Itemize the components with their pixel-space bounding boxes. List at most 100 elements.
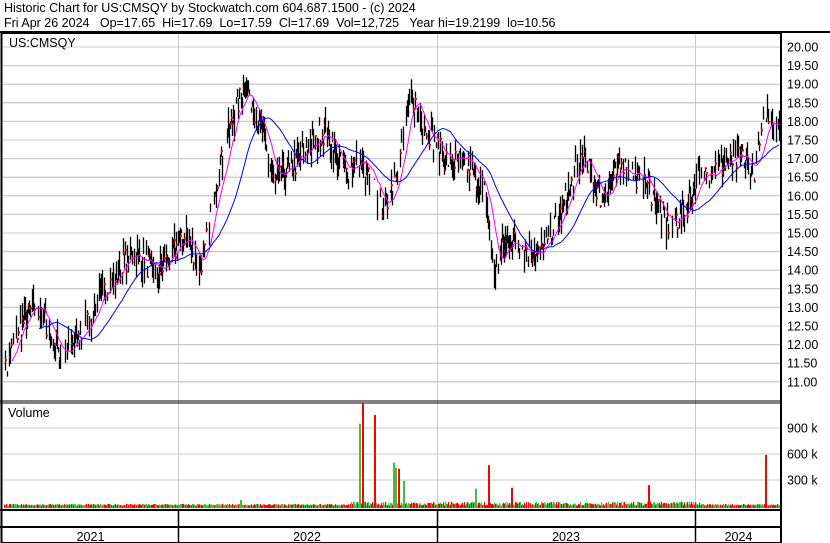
close-marker [201,270,203,273]
close-marker [17,337,19,340]
close-marker [38,316,40,319]
close-marker [469,173,471,176]
volume-spike-bar [648,485,650,508]
close-marker [217,186,219,189]
close-marker [368,167,370,170]
price-tick-label: 18.50 [787,96,818,110]
close-marker [468,154,470,157]
price-tick-label: 16.00 [787,189,818,203]
price-tick-label: 15.00 [787,227,818,241]
volume-spike-bar [511,487,513,508]
close-marker [115,281,117,284]
close-marker [759,143,761,146]
close-marker [159,273,161,276]
volume-spike-bar [240,499,242,508]
close-marker [600,205,602,208]
close-marker [705,167,707,170]
close-marker [514,231,516,234]
close-marker [768,121,770,124]
year-label: 2024 [725,530,753,543]
close-marker [54,342,56,345]
close-marker [176,243,178,246]
close-marker [199,270,201,273]
close-marker [46,334,48,337]
close-marker [322,134,324,137]
close-marker [279,165,281,168]
close-marker [230,123,232,126]
price-tick-label: 13.50 [787,282,818,296]
volume-bars [4,403,781,508]
price-tick-label: 11.00 [787,375,817,389]
close-marker [587,171,589,174]
close-marker [621,162,623,165]
close-marker [732,163,734,166]
price-tick-label: 17.00 [787,152,818,166]
volume-tick-label: 300 k [787,473,818,487]
price-tick-label: 11.50 [787,357,817,371]
year-label: 2022 [293,530,321,543]
price-tick-label: 20.00 [787,41,818,55]
price-tick-label: 14.50 [787,245,818,259]
close-marker [647,181,649,184]
close-marker [175,256,177,259]
close-marker [184,237,186,240]
close-marker [180,234,182,237]
close-marker [323,142,325,145]
volume-spike-bar [398,468,400,508]
volume-tick-label: 600 k [787,447,818,461]
price-tick-label: 17.50 [787,134,818,148]
close-marker [18,331,20,334]
volume-spike-bar [362,403,364,508]
close-marker [87,312,89,315]
close-marker [23,321,25,324]
close-marker [110,278,112,281]
close-marker [676,213,678,216]
close-marker [204,243,206,246]
plot-frame [0,32,782,543]
close-marker [560,207,562,210]
close-marker [596,197,598,200]
price-bars [4,74,781,377]
close-marker [123,252,125,255]
short-moving-average-line [11,93,780,362]
close-marker [294,155,296,158]
close-marker [5,358,7,361]
close-marker [429,144,431,147]
close-marker [30,307,32,310]
close-marker [706,172,708,175]
price-tick-label: 13.00 [787,301,818,315]
close-marker [440,137,442,140]
close-marker [239,87,241,90]
close-marker [174,239,176,242]
price-tick-label: 16.50 [787,171,818,185]
close-marker [658,199,660,202]
close-marker [571,178,573,181]
year-label: 2023 [552,530,580,543]
close-marker [206,228,208,231]
price-tick-label: 12.50 [787,320,818,334]
close-marker [125,248,127,251]
close-marker [426,135,428,138]
close-marker [394,174,396,177]
volume-spike-bar [359,423,361,508]
close-marker [636,186,638,189]
close-marker [677,227,679,230]
close-marker [613,174,615,177]
close-marker [231,116,233,119]
price-tick-label: 19.00 [787,78,818,92]
volume-tick-label: 900 k [787,421,818,435]
close-marker [315,134,317,137]
volume-spike-bar [395,467,397,508]
price-tick-label: 14.00 [787,264,818,278]
close-marker [78,332,80,335]
close-marker [668,232,670,235]
close-marker [254,121,256,124]
price-tick-label: 12.00 [787,338,818,352]
close-marker [544,242,546,245]
close-marker [221,150,223,153]
close-marker [547,238,549,241]
price-tick-label: 18.00 [787,115,818,129]
price-tick-label: 19.50 [787,59,818,73]
close-marker [730,151,732,154]
year-label: 2021 [77,530,105,543]
